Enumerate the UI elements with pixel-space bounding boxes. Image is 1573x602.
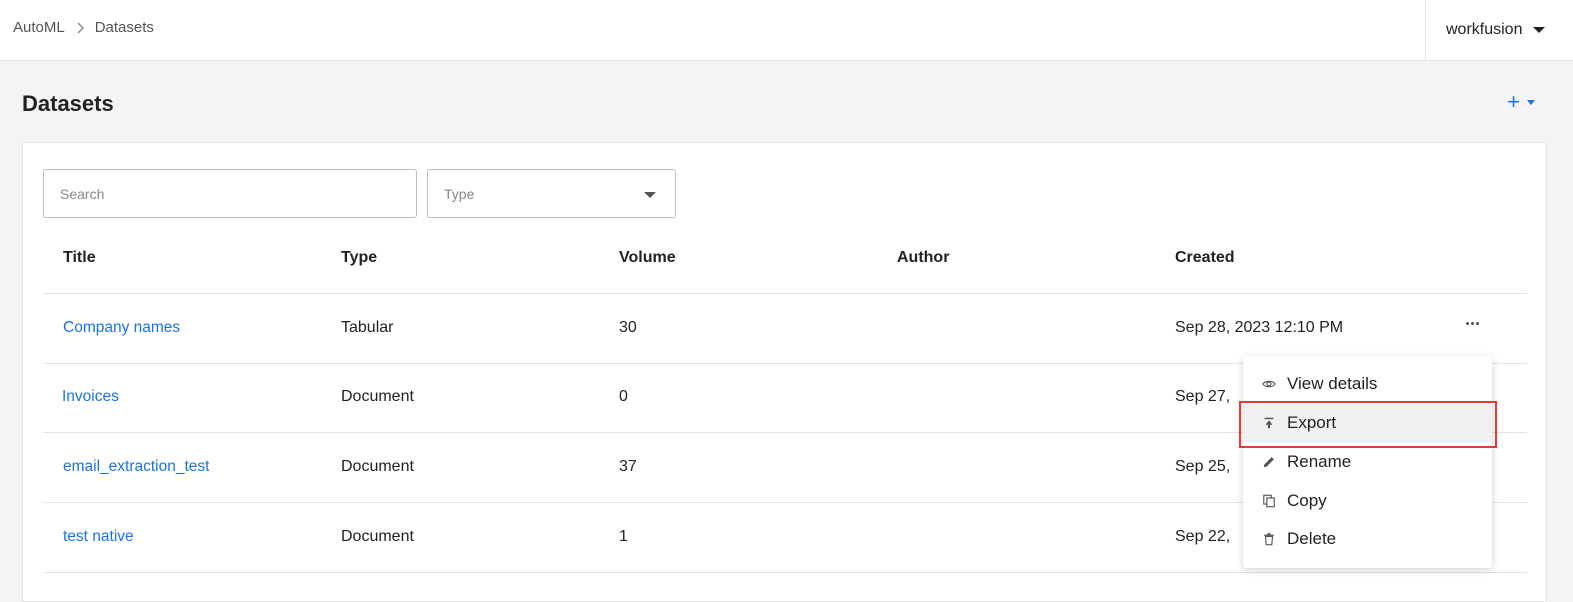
menu-item-label: Copy xyxy=(1287,491,1327,510)
menu-item-label: View details xyxy=(1287,374,1378,393)
dataset-title-link[interactable]: email_extraction_test xyxy=(63,458,209,476)
top-bar: AutoML Datasets workfusion xyxy=(0,0,1573,61)
type-filter-placeholder: Type xyxy=(444,185,475,202)
table-divider xyxy=(43,293,1527,294)
column-header-author[interactable]: Author xyxy=(897,249,949,267)
breadcrumb-root[interactable]: AutoML xyxy=(13,19,65,36)
column-header-volume[interactable]: Volume xyxy=(619,249,676,267)
dataset-title-link[interactable]: Invoices xyxy=(62,388,119,406)
dataset-volume: 0 xyxy=(619,388,628,405)
search-input[interactable] xyxy=(43,169,417,218)
eye-icon xyxy=(1262,380,1276,388)
menu-item-delete[interactable]: Delete xyxy=(1243,520,1492,558)
breadcrumb: AutoML Datasets xyxy=(13,19,154,36)
dataset-type: Document xyxy=(341,528,414,545)
pencil-icon xyxy=(1263,457,1274,468)
add-dataset-button[interactable]: + xyxy=(1507,89,1535,114)
dataset-volume: 30 xyxy=(619,319,637,336)
dataset-title-link[interactable]: test native xyxy=(63,528,134,546)
dataset-type: Document xyxy=(341,458,414,475)
dataset-volume: 1 xyxy=(619,528,628,545)
dataset-type: Tabular xyxy=(341,319,394,336)
menu-item-label: Rename xyxy=(1287,452,1352,471)
user-menu[interactable]: workfusion xyxy=(1425,0,1573,60)
menu-item-copy[interactable]: Copy xyxy=(1243,482,1492,520)
type-filter-select[interactable]: Type xyxy=(427,169,676,218)
plus-icon: + xyxy=(1507,89,1520,114)
row-actions-menu: View details Export Rename Copy Delete xyxy=(1243,356,1492,568)
caret-down-icon xyxy=(1533,27,1546,33)
caret-down-icon xyxy=(644,192,656,198)
copy-icon xyxy=(1263,494,1275,508)
dataset-created: Sep 22, xyxy=(1175,528,1231,545)
breadcrumb-current: Datasets xyxy=(94,19,154,36)
dataset-volume: 37 xyxy=(619,458,637,475)
dataset-created: Sep 27, xyxy=(1175,388,1231,405)
dataset-type: Document xyxy=(341,388,414,405)
dataset-created: Sep 25, xyxy=(1175,458,1231,475)
column-header-title[interactable]: Title xyxy=(63,249,96,267)
highlight-box xyxy=(1239,401,1497,448)
column-header-created[interactable]: Created xyxy=(1175,249,1235,267)
table-divider xyxy=(43,572,1527,573)
user-name: workfusion xyxy=(1446,21,1523,38)
dataset-created: Sep 28, 2023 12:10 PM xyxy=(1175,319,1344,336)
trash-icon xyxy=(1264,533,1274,546)
caret-down-icon xyxy=(1527,99,1535,105)
chevron-right-icon xyxy=(77,22,84,33)
menu-item-view-details[interactable]: View details xyxy=(1243,365,1492,403)
dataset-title-link[interactable]: Company names xyxy=(63,319,180,337)
menu-item-rename[interactable]: Rename xyxy=(1243,443,1492,481)
more-options-icon[interactable] xyxy=(1466,322,1479,325)
page-title: Datasets xyxy=(22,91,114,116)
menu-item-label: Delete xyxy=(1287,529,1337,548)
column-header-type[interactable]: Type xyxy=(341,249,377,267)
